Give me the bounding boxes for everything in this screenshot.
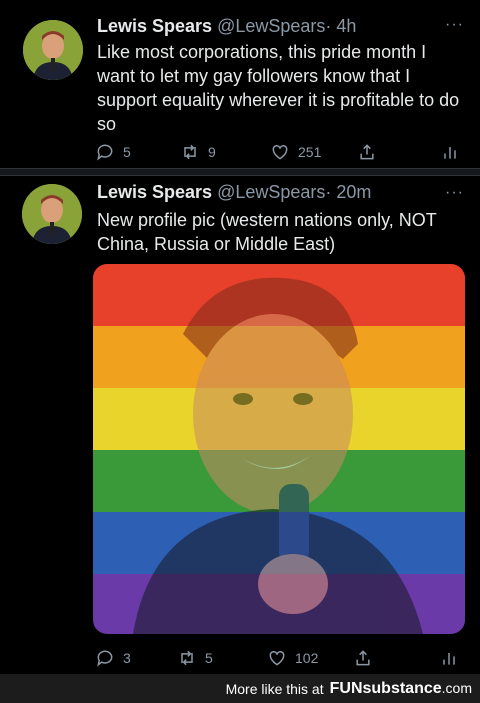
like-icon	[272, 144, 288, 160]
footer-prefix: More like this at	[225, 680, 324, 697]
handle[interactable]: @LewSpears	[217, 182, 325, 202]
tweet-text: New profile pic (western nations only, N…	[97, 210, 437, 254]
retweet-button[interactable]: 5	[177, 648, 213, 668]
more-options-icon[interactable]: ···	[445, 16, 464, 34]
avatar[interactable]	[23, 20, 83, 80]
avatar[interactable]	[22, 184, 82, 244]
like-icon	[269, 650, 285, 666]
share-button[interactable]	[353, 648, 373, 668]
reply-button[interactable]: 5	[95, 142, 131, 162]
retweet-count: 9	[208, 144, 216, 160]
display-name[interactable]: Lewis Spears	[97, 182, 212, 202]
retweet-icon	[181, 650, 193, 666]
tweet-text: Like most corporations, this pride month…	[97, 42, 460, 134]
share-icon	[356, 650, 370, 666]
tweet[interactable]: Lewis Spears @LewSpears· 20m ··· New pro…	[0, 176, 480, 674]
handle[interactable]: @LewSpears	[217, 16, 325, 36]
retweet-count: 5	[205, 650, 213, 666]
retweet-button[interactable]: 9	[180, 142, 216, 162]
person-illustration	[133, 277, 423, 634]
like-count: 251	[298, 144, 322, 160]
divider	[0, 168, 480, 176]
tweet-header: Lewis Spears @LewSpears· 4h	[97, 16, 356, 37]
more-options-icon[interactable]: ···	[445, 184, 464, 202]
share-button[interactable]	[357, 142, 377, 162]
analytics-button[interactable]	[439, 648, 459, 668]
profile-picture-image[interactable]	[93, 264, 465, 634]
watermark-footer: More like this at FUNsubstance.com	[0, 674, 480, 703]
brand-name: FUNsubstance	[329, 679, 442, 697]
reply-icon	[97, 144, 113, 161]
retweet-icon	[184, 144, 196, 160]
tweet-header: Lewis Spears @LewSpears· 20m	[97, 182, 371, 203]
brand-suffix: .com	[441, 679, 472, 696]
timestamp[interactable]: · 20m	[325, 182, 371, 202]
like-button[interactable]: 102	[267, 648, 318, 668]
share-icon	[360, 144, 374, 160]
like-button[interactable]: 251	[270, 142, 321, 162]
analytics-icon	[443, 653, 455, 665]
like-count: 102	[295, 650, 319, 666]
footer-brand: FUNsubstance.com	[330, 680, 472, 698]
tweet-actions: 5 9 251	[95, 142, 465, 166]
reply-icon	[97, 650, 113, 667]
reply-count: 5	[123, 144, 131, 160]
timestamp[interactable]: · 4h	[325, 16, 356, 36]
display-name[interactable]: Lewis Spears	[97, 16, 212, 36]
tweet-actions: 3 5 102	[95, 648, 465, 672]
analytics-icon	[444, 147, 456, 159]
analytics-button[interactable]	[440, 142, 460, 162]
reply-button[interactable]: 3	[95, 648, 131, 668]
tweet[interactable]: Lewis Spears @LewSpears· 4h ··· Like mos…	[0, 0, 480, 170]
reply-count: 3	[123, 650, 131, 666]
